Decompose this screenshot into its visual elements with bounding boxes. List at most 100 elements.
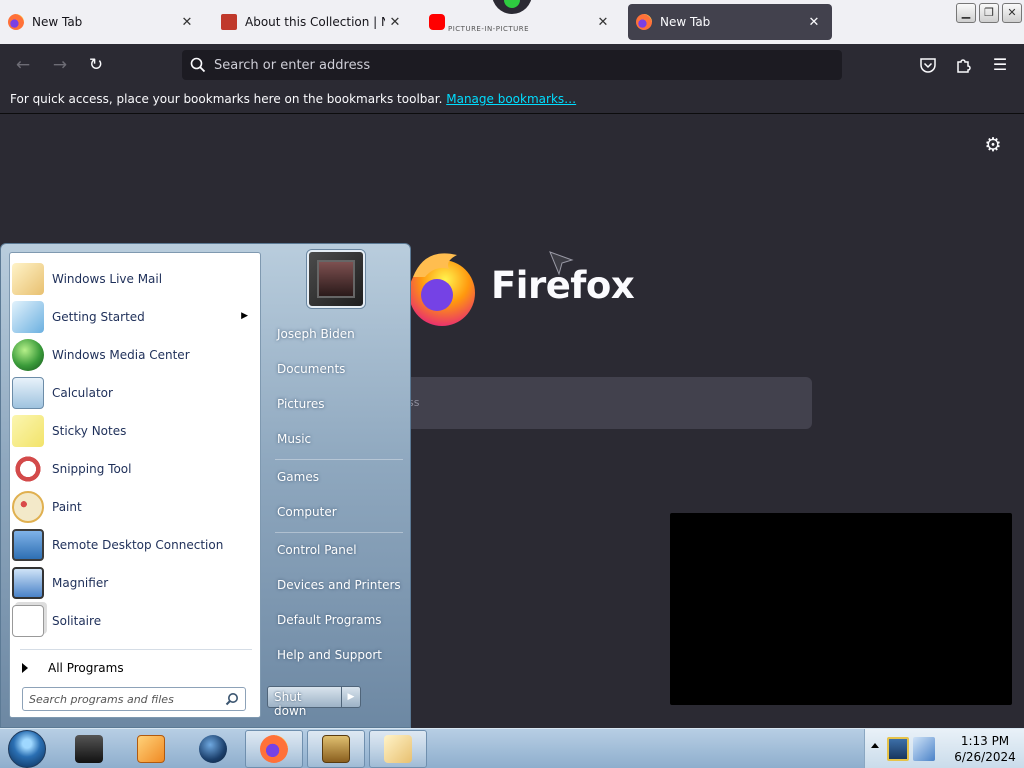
- program-sticky-notes[interactable]: Sticky Notes: [12, 413, 258, 449]
- taskbar-game[interactable]: [307, 730, 365, 768]
- magnifier-icon: [12, 567, 44, 599]
- tab-about-collection[interactable]: About this Collection | New ✕: [213, 4, 413, 40]
- minimize-window-icon[interactable]: ▁: [956, 3, 976, 23]
- close-tab-icon[interactable]: ✕: [385, 15, 405, 30]
- sticky-notes-icon: [12, 415, 44, 447]
- shutdown-button[interactable]: Shut down ▶: [267, 686, 361, 718]
- pip-label: PICTURE-IN-PICTURE: [448, 25, 530, 33]
- tab-title: New Tab: [660, 15, 711, 29]
- address-bar[interactable]: [182, 50, 842, 80]
- place-pictures[interactable]: Pictures: [269, 390, 405, 420]
- submenu-arrow-icon: ▶: [241, 311, 248, 321]
- close-tab-icon[interactable]: ✕: [177, 15, 197, 30]
- program-windows-live-mail[interactable]: Windows Live Mail: [12, 261, 258, 297]
- program-label: Calculator: [52, 386, 113, 400]
- paint-palette-icon: [12, 491, 44, 523]
- firefox-logo-icon: [409, 253, 475, 326]
- folder-dark-icon: [75, 735, 103, 763]
- show-hidden-icons-icon[interactable]: [871, 743, 879, 748]
- program-solitaire[interactable]: Solitaire: [12, 603, 258, 639]
- place-documents[interactable]: Documents: [269, 355, 405, 385]
- tab-title: New Tab: [32, 15, 83, 29]
- firefox-icon: [8, 14, 24, 30]
- place-user-name[interactable]: Joseph Biden: [269, 320, 405, 350]
- media-player-icon: [137, 735, 165, 763]
- gear-icon[interactable]: ⚙: [982, 134, 1004, 156]
- bookmarks-toolbar: For quick access, place your bookmarks h…: [0, 86, 1024, 114]
- windows-logo-icon: [12, 339, 44, 371]
- close-window-icon[interactable]: ✕: [1002, 3, 1022, 23]
- taskbar-globe-browser[interactable]: [184, 730, 242, 768]
- place-music[interactable]: Music: [269, 425, 405, 455]
- program-magnifier[interactable]: Magnifier: [12, 565, 258, 601]
- program-snipping-tool[interactable]: Snipping Tool: [12, 451, 258, 487]
- taskbar-explorer[interactable]: [60, 730, 118, 768]
- place-games[interactable]: Games: [269, 463, 405, 493]
- place-devices-printers[interactable]: Devices and Printers: [269, 571, 405, 601]
- start-button-windows-orb-icon[interactable]: [4, 729, 50, 768]
- reload-icon[interactable]: ↻: [83, 53, 109, 77]
- program-label: Sticky Notes: [52, 424, 127, 438]
- program-remote-desktop[interactable]: Remote Desktop Connection: [12, 527, 258, 563]
- shutdown-label: Shut down: [268, 687, 342, 718]
- extensions-puzzle-icon[interactable]: [955, 56, 973, 74]
- start-menu: Windows Live Mail Getting Started ▶ Wind…: [0, 243, 411, 728]
- tab-new-tab-1[interactable]: New Tab ✕: [0, 4, 205, 40]
- game-box-icon: [322, 735, 350, 763]
- start-menu-separator: [20, 649, 252, 650]
- youtube-icon: [429, 14, 445, 30]
- manage-bookmarks-link[interactable]: Manage bookmarks…: [446, 92, 576, 106]
- start-menu-programs-pane: Windows Live Mail Getting Started ▶ Wind…: [9, 252, 261, 718]
- program-label: Remote Desktop Connection: [52, 538, 224, 552]
- calculator-icon: [12, 377, 44, 409]
- place-computer[interactable]: Computer: [269, 498, 405, 528]
- program-paint[interactable]: Paint: [12, 489, 258, 525]
- remote-desktop-icon: [12, 529, 44, 561]
- all-programs-button[interactable]: All Programs: [12, 655, 258, 681]
- network-tray-icon[interactable]: [913, 737, 935, 761]
- program-label: Windows Media Center: [52, 348, 190, 362]
- program-getting-started[interactable]: Getting Started ▶: [12, 299, 258, 335]
- close-tab-icon[interactable]: ✕: [593, 15, 613, 30]
- program-calculator[interactable]: Calculator: [12, 375, 258, 411]
- tab-strip: New Tab ✕ About this Collection | New ✕ …: [0, 0, 1024, 44]
- user-avatar[interactable]: [307, 250, 365, 308]
- all-programs-label: All Programs: [48, 661, 124, 675]
- display-tray-icon[interactable]: [887, 737, 909, 761]
- newtab-search-box[interactable]: ss: [380, 377, 812, 429]
- pocket-icon[interactable]: [919, 56, 937, 74]
- shutdown-options-arrow-icon[interactable]: ▶: [342, 687, 360, 707]
- address-input[interactable]: [214, 55, 814, 75]
- triangle-right-icon: [22, 663, 28, 673]
- forward-arrow-icon[interactable]: →: [47, 53, 73, 77]
- firefox-icon: [260, 735, 288, 763]
- hamburger-menu-icon[interactable]: ☰: [987, 53, 1013, 77]
- program-label: Snipping Tool: [52, 462, 132, 476]
- navigation-toolbar: ← → ↻ ☰: [0, 44, 1024, 86]
- back-arrow-icon[interactable]: ←: [10, 53, 36, 77]
- place-help-support[interactable]: Help and Support: [269, 641, 405, 671]
- program-label: Getting Started: [52, 310, 145, 324]
- start-search-input[interactable]: [29, 691, 219, 707]
- taskbar-firefox[interactable]: [245, 730, 303, 768]
- search-icon[interactable]: [225, 692, 239, 706]
- system-clock[interactable]: 1:13 PM 6/26/2024: [945, 733, 1024, 765]
- program-label: Magnifier: [52, 576, 109, 590]
- place-control-panel[interactable]: Control Panel: [269, 536, 405, 566]
- getting-started-icon: [12, 301, 44, 333]
- tab-new-tab-active[interactable]: New Tab ✕: [628, 4, 832, 40]
- program-windows-media-center[interactable]: Windows Media Center: [12, 337, 258, 373]
- picture-in-picture-video[interactable]: [670, 513, 1012, 705]
- program-label: Solitaire: [52, 614, 102, 628]
- mail-icon: [12, 263, 44, 295]
- taskbar-media-player[interactable]: [122, 730, 180, 768]
- clock-date: 6/26/2024: [954, 750, 1016, 764]
- close-tab-icon[interactable]: ✕: [804, 15, 824, 30]
- taskbar: 1:13 PM 6/26/2024: [0, 728, 1024, 768]
- place-default-programs[interactable]: Default Programs: [269, 606, 405, 636]
- taskbar-mail[interactable]: [369, 730, 427, 768]
- notification-area: 1:13 PM 6/26/2024: [864, 729, 1024, 768]
- mail-icon: [384, 735, 412, 763]
- restore-window-icon[interactable]: ❐: [979, 3, 999, 23]
- start-search-box[interactable]: [22, 687, 246, 711]
